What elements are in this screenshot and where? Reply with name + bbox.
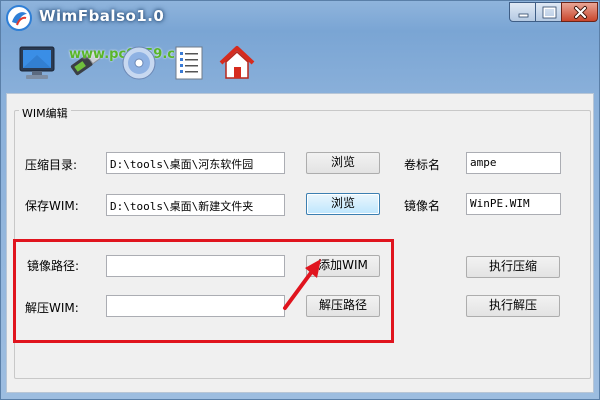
volume-name-input[interactable]: ampe [466,152,561,174]
close-button[interactable] [561,2,598,22]
minimize-button[interactable] [509,2,536,22]
image-name-input[interactable]: WinPE.WIM [466,193,561,215]
save-wim-input[interactable]: D:\tools\桌面\新建文件夹 [106,194,285,216]
monitor-icon[interactable] [17,43,57,83]
image-name-label: 镜像名 [404,199,441,213]
groupbox-title: WIM编辑 [19,105,71,121]
home-icon[interactable] [217,43,257,83]
browse-compress-button[interactable]: 浏览 [306,152,380,174]
volume-name-label: 卷标名 [404,158,441,172]
save-wim-label: 保存WIM: [25,199,79,213]
compress-dir-input[interactable]: D:\tools\桌面\河东软件园 [106,152,285,174]
app-logo-icon [6,5,32,31]
window-title: WimFbalso1.0 [39,7,165,25]
browse-save-button[interactable]: 浏览 [306,193,380,215]
run-compress-button[interactable]: 执行压缩 [466,256,560,278]
compress-dir-label: 压缩目录: [25,158,78,172]
maximize-icon [542,6,557,19]
minimize-icon [518,13,529,18]
close-icon [574,6,587,19]
title-bar[interactable]: WimFbalso1.0 [1,1,600,31]
highlight-box [13,239,394,343]
red-arrow-icon [283,259,321,310]
document-icon[interactable] [169,43,209,83]
run-extract-button[interactable]: 执行解压 [466,295,560,317]
disc-icon[interactable] [119,43,159,83]
maximize-button[interactable] [535,2,562,22]
app-window: WimFbalso1.0 WIM编辑 压缩目录: D:\tools\桌面\河东软… [0,0,600,400]
